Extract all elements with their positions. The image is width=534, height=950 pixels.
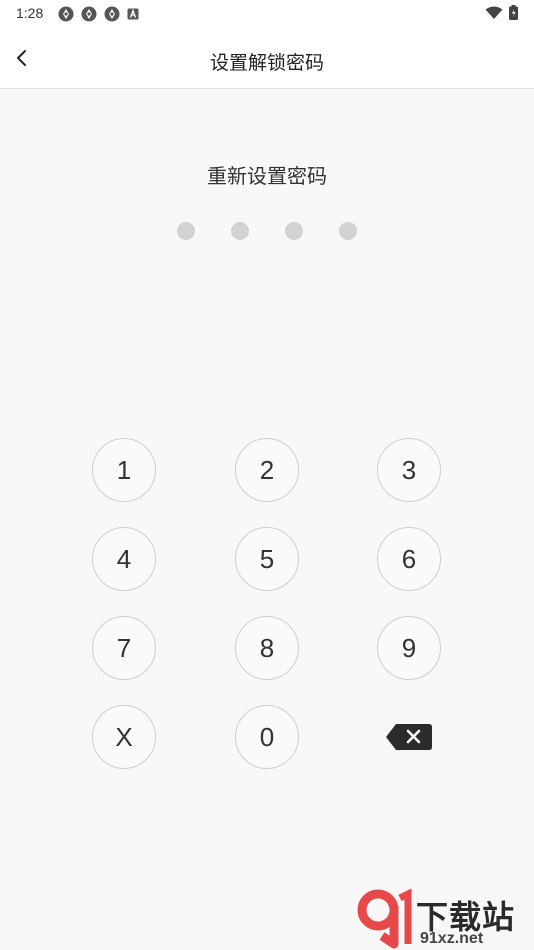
key-9[interactable]: 9	[377, 616, 441, 680]
watermark-domain: 91xz.net	[420, 930, 484, 947]
backspace-icon	[386, 724, 432, 750]
pin-indicator	[0, 222, 534, 240]
watermark: 下载站 91xz.net	[354, 888, 534, 950]
status-time: 1:28	[16, 5, 44, 21]
key-4[interactable]: 4	[92, 527, 156, 591]
app-notification-icon	[104, 6, 120, 22]
pin-dot	[231, 222, 249, 240]
key-2[interactable]: 2	[235, 438, 299, 502]
key-7[interactable]: 7	[92, 616, 156, 680]
key-3[interactable]: 3	[377, 438, 441, 502]
key-8[interactable]: 8	[235, 616, 299, 680]
page-title: 设置解锁密码	[209, 53, 324, 74]
backspace-button[interactable]	[377, 705, 441, 769]
notification-icons	[58, 6, 139, 22]
status-bar: 1:28	[0, 0, 534, 28]
password-prompt: 重新设置密码	[207, 166, 327, 188]
pin-dot	[285, 222, 303, 240]
key-6[interactable]: 6	[377, 527, 441, 591]
a-notification-icon	[127, 8, 139, 20]
key-5[interactable]: 5	[235, 527, 299, 591]
pin-dot	[177, 222, 195, 240]
pin-dot	[339, 222, 357, 240]
wifi-icon	[485, 6, 503, 19]
header: 设置解锁密码	[0, 28, 534, 89]
system-icons	[485, 5, 518, 20]
key-x[interactable]: X	[92, 705, 156, 769]
app-notification-icon	[58, 6, 74, 22]
battery-icon	[509, 5, 518, 20]
key-1[interactable]: 1	[92, 438, 156, 502]
key-0[interactable]: 0	[235, 705, 299, 769]
app-notification-icon	[81, 6, 97, 22]
watermark-logo	[357, 888, 412, 949]
